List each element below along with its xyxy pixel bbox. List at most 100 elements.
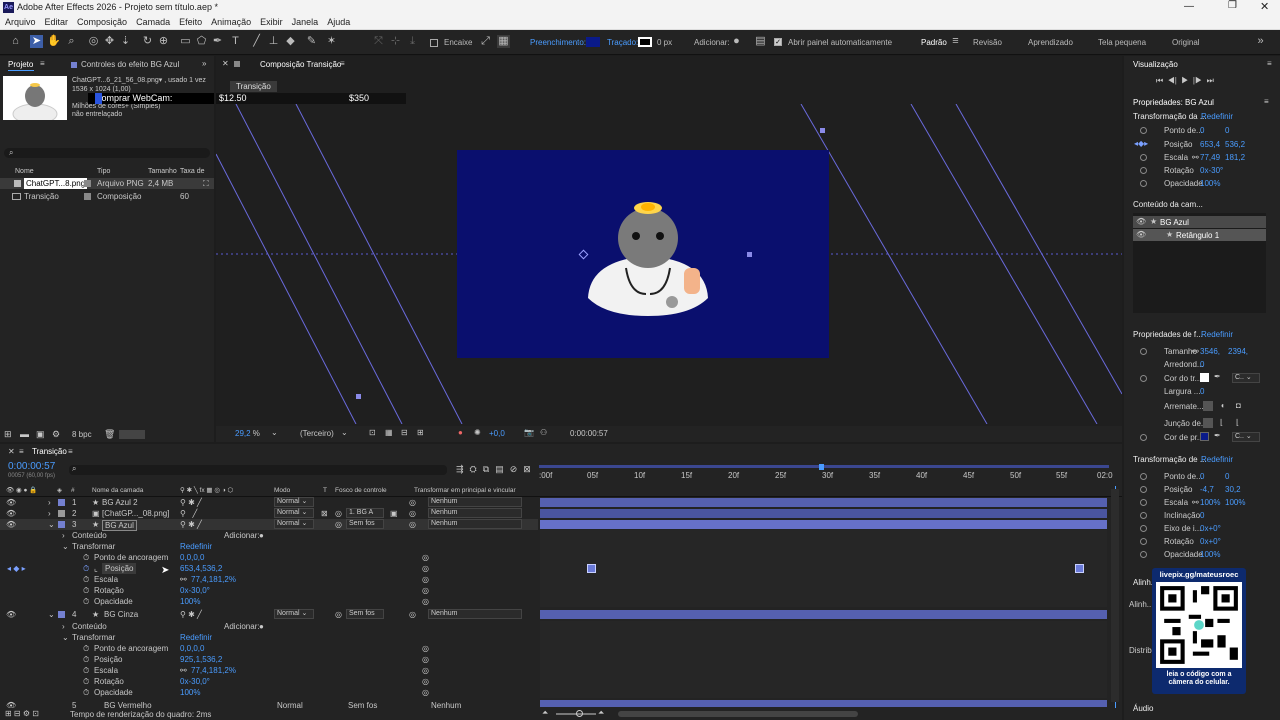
prop-value[interactable]: 100% — [1200, 550, 1220, 559]
stopwatch-icon[interactable]: ⏱ — [83, 687, 89, 698]
stopwatch-icon[interactable]: ⏱ — [83, 665, 89, 676]
color-channel-icon[interactable]: ● — [458, 428, 463, 437]
join-round-icon[interactable]: ⌊ — [1220, 418, 1223, 427]
prop-value[interactable]: 653,4 — [1200, 140, 1220, 149]
comp-timecode[interactable]: 0:00:00:57 — [570, 429, 608, 438]
prop-row[interactable]: ⏱ Opacidade 100% ◎ — [0, 687, 538, 698]
prop-value[interactable]: 100% — [180, 687, 200, 698]
footer-icons[interactable]: ⊞ ⊟ ⚙ ⊡ — [5, 709, 39, 718]
shy-icon[interactable]: ⧉ — [483, 464, 495, 474]
stroke-color-swatch[interactable] — [1200, 373, 1209, 382]
resolution-dropdown-icon[interactable]: ⌄ — [341, 428, 348, 437]
layer-duration-bar[interactable] — [540, 509, 1107, 518]
prop-value[interactable]: 30,2 — [1225, 485, 1241, 494]
eye-icon[interactable]: 👁 — [6, 519, 16, 530]
graph-editor-icon[interactable]: ⊠ — [523, 464, 537, 474]
exposure-icon[interactable]: ✺ — [474, 428, 481, 437]
prop-value[interactable]: 0 — [1200, 472, 1204, 481]
snap-checkbox[interactable] — [430, 39, 438, 47]
fill-color-swatch[interactable] — [1200, 432, 1209, 441]
fill-option-dropdown[interactable]: C.. ⌄ — [1232, 432, 1260, 442]
shape-reset[interactable]: Redefinir — [1201, 330, 1233, 339]
pickwhip-icon[interactable]: ◎ — [335, 609, 342, 620]
keyframe-nav-icon[interactable]: ◂ ◆ ▸ — [7, 563, 26, 574]
collapse-arrow-icon[interactable]: ⌄ — [48, 519, 55, 530]
stopwatch-icon[interactable]: ⏱ — [83, 596, 89, 607]
roto-brush-icon[interactable]: ✎ — [305, 35, 318, 48]
prop-value[interactable]: 925,1,536,2 — [180, 654, 222, 665]
cap-round-icon[interactable]: ◖ — [1220, 401, 1225, 410]
zoom-in-icon[interactable]: ⏶ — [598, 708, 604, 718]
prop-value[interactable]: 0 — [1225, 472, 1229, 481]
pan-tool-icon[interactable]: ✥ — [103, 35, 116, 48]
transparency-grid-icon[interactable]: ▦ — [385, 428, 393, 437]
prop-value[interactable]: 0x-30,0° — [180, 585, 210, 596]
zoom-value[interactable]: 29,2 % — [235, 429, 260, 438]
transform-reset[interactable]: Redefinir — [180, 541, 212, 552]
menu-exibir[interactable]: Exibir — [260, 17, 283, 27]
prop-value[interactable]: 0 — [1200, 511, 1204, 520]
pickwhip-icon[interactable]: ◎ — [335, 519, 342, 530]
prop-row[interactable]: ⏱ Opacidade 100% ◎ — [0, 596, 538, 607]
transform-group[interactable]: ⌄ Transformar Redefinir — [0, 541, 538, 552]
clone-stamp-icon[interactable]: ⊥ — [267, 35, 280, 48]
pen-nib-icon[interactable]: ✒ — [211, 35, 224, 48]
expression-icon[interactable]: ◎ — [422, 585, 429, 596]
prop-value[interactable]: 0x+0° — [1200, 537, 1221, 546]
matte-dropdown[interactable]: Sem fos — [346, 519, 384, 529]
col-tipo[interactable]: Tipo — [97, 168, 110, 175]
stopwatch-icon[interactable]: ⏱ — [83, 676, 89, 687]
stopwatch-icon[interactable]: ⏱ — [83, 585, 89, 596]
layer-matte[interactable]: Sem fos — [348, 700, 377, 708]
layer-row[interactable]: 👁 ⌄ 4 ★ BG Cinza ⚲ ✱ ╱ Normal ⌄ ◎ Sem fo… — [0, 609, 538, 620]
transform-reset[interactable]: Redefinir — [180, 632, 212, 643]
menu-icon[interactable]: ≡ — [40, 59, 45, 68]
zoom-tool-icon[interactable]: ⌕ — [65, 35, 78, 48]
prev-frame-icon[interactable]: ◀| — [1168, 76, 1177, 85]
layer-duration-bar[interactable] — [540, 520, 1107, 529]
collapse-arrow-icon[interactable]: ⌄ — [48, 609, 55, 620]
matte-dropdown[interactable]: Sem fos — [346, 609, 384, 619]
playhead[interactable] — [819, 464, 824, 470]
content-group[interactable]: › Conteúdo Adicionar: ● — [0, 530, 538, 541]
link-icon[interactable]: ⚯ — [1192, 153, 1199, 162]
join-miter-icon[interactable] — [1203, 418, 1213, 428]
stroke-option-dropdown[interactable]: C.. ⌄ — [1232, 373, 1260, 383]
mode-dropdown[interactable]: Normal ⌄ — [274, 497, 314, 507]
menu-composicao[interactable]: Composição — [77, 17, 127, 27]
zoom-slider-handle[interactable] — [576, 710, 583, 717]
prop-row[interactable]: ⏱ Ponto de ancoragem 0,0,0,0 ◎ — [0, 643, 538, 654]
layer-row[interactable]: 👁 ⌄ 3 ★ BG Azul ⚲ ✱ ╱ Normal ⌄ ◎ Sem fos… — [0, 519, 538, 531]
eye-icon[interactable]: 👁 — [1136, 230, 1146, 239]
selection-tool-icon[interactable]: ➤ — [30, 35, 43, 48]
link-icon[interactable]: ⚯ — [180, 665, 187, 676]
zoom-out-icon[interactable]: ⏶ — [542, 708, 548, 718]
layer-name[interactable]: BG Cinza — [104, 609, 138, 620]
eye-icon[interactable]: 👁 — [6, 700, 16, 708]
brush-tool-icon[interactable]: ╱ — [250, 35, 263, 48]
local-axis-icon[interactable]: ⤧ — [372, 35, 385, 48]
project-search-input[interactable] — [4, 148, 210, 158]
minimize-icon[interactable]: — — [1184, 1, 1194, 12]
comp-menu-icon[interactable]: ≡ — [340, 59, 345, 68]
switches-icon[interactable]: ⚲ ✱ ╱ — [180, 519, 202, 530]
prop-value[interactable]: 2394, — [1228, 347, 1248, 356]
zoom-dropdown-icon[interactable]: ⌄ — [271, 428, 278, 437]
pickwhip-icon[interactable]: ◎ — [335, 508, 342, 519]
stopwatch-icon[interactable]: ⏱ — [83, 643, 89, 654]
link-icon[interactable]: ⚯ — [180, 574, 187, 585]
stopwatch-icon[interactable]: ⏱ — [83, 552, 89, 563]
menu-efeito[interactable]: Efeito — [179, 17, 202, 27]
motion-blur-icon[interactable]: ⊘ — [510, 464, 524, 474]
pen-tool-icon[interactable]: ⬠ — [195, 35, 208, 48]
tab-effect-controls[interactable]: Controles do efeito BG Azul — [81, 60, 179, 69]
menu-camada[interactable]: Camada — [136, 17, 170, 27]
tab-menu-icon[interactable]: ≡ — [68, 447, 73, 456]
bpc-label[interactable]: 8 bpc — [72, 430, 92, 439]
timeline-scrollbar[interactable] — [1111, 489, 1119, 702]
mode-dropdown[interactable]: Normal ⌄ — [274, 508, 314, 518]
prop-value[interactable]: 100% — [180, 596, 200, 607]
matte-dropdown[interactable]: 1. BG A — [346, 508, 384, 518]
close-comp-icon[interactable]: ✕ — [222, 59, 229, 68]
pickwhip-icon[interactable]: ◎ — [409, 497, 416, 508]
